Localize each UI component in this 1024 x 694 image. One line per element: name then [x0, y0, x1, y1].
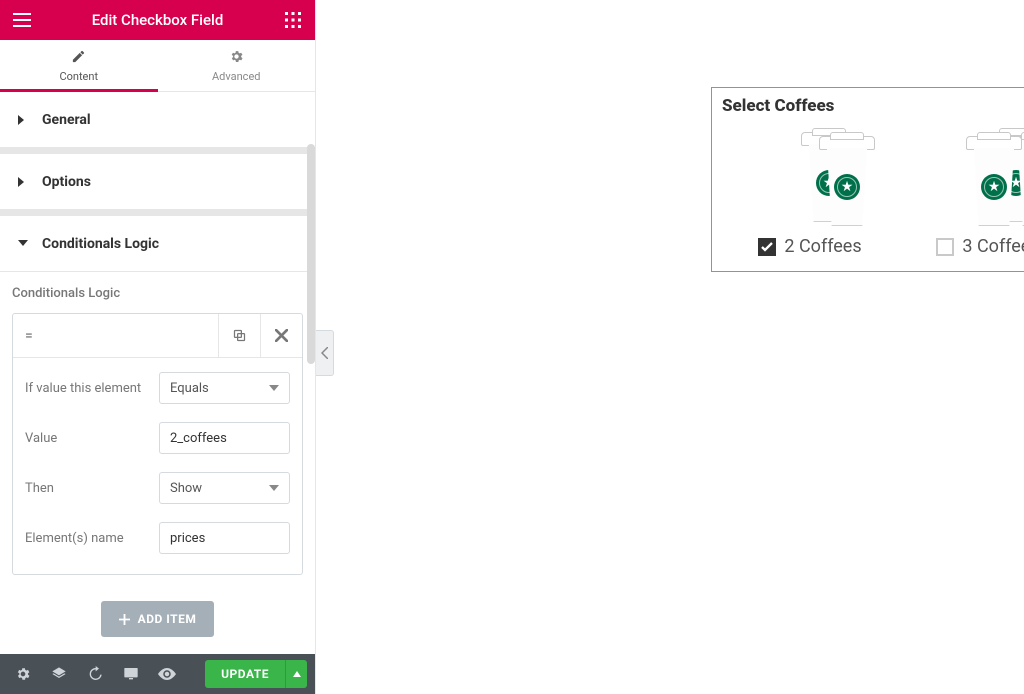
- history-icon: [87, 666, 103, 682]
- chevron-left-icon: [321, 347, 328, 359]
- conditionals-body: Conditionals Logic = If value this: [0, 272, 315, 654]
- caret-up-icon: [293, 671, 301, 677]
- editor-title: Edit Checkbox Field: [92, 11, 224, 29]
- checkbox-icon[interactable]: [758, 238, 776, 256]
- plus-icon: [119, 614, 130, 625]
- section-options-label: Options: [42, 174, 91, 190]
- if-operator-select[interactable]: Equals: [159, 372, 290, 404]
- copy-icon: [232, 328, 247, 343]
- value-label: Value: [25, 431, 151, 446]
- responsive-button[interactable]: [114, 654, 148, 694]
- scrollbar-thumb[interactable]: [307, 144, 315, 364]
- option-label: 2 Coffees: [784, 236, 861, 257]
- navigator-button[interactable]: [42, 654, 76, 694]
- editor-bottombar: UPDATE: [0, 654, 315, 694]
- update-button[interactable]: UPDATE: [205, 660, 285, 688]
- preview-button[interactable]: [150, 654, 184, 694]
- settings-button[interactable]: [6, 654, 40, 694]
- section-general[interactable]: General: [0, 92, 315, 148]
- preview-area: Select Coffees ★★ 2 Coffees ★★★ 3 Coffee…: [316, 0, 1024, 694]
- close-icon: [275, 329, 288, 342]
- then-label: Then: [25, 481, 151, 496]
- editor-topbar: Edit Checkbox Field: [0, 0, 315, 40]
- add-item-label: ADD ITEM: [138, 612, 197, 626]
- layers-icon: [51, 666, 67, 682]
- conditional-item: = If value this element: [12, 313, 303, 575]
- gear-icon: [15, 666, 31, 682]
- remove-button[interactable]: [260, 314, 302, 358]
- then-action-value: Show: [170, 481, 202, 496]
- caret-down-icon: [18, 240, 28, 248]
- if-label: If value this element: [25, 381, 151, 396]
- editor-tabs: Content Advanced: [0, 40, 315, 92]
- pencil-icon: [71, 49, 86, 68]
- section-general-label: General: [42, 112, 91, 128]
- conditionals-subtitle: Conditionals Logic: [12, 286, 303, 301]
- editor-sidebar: Edit Checkbox Field Content Advanced: [0, 0, 316, 694]
- tab-content-label: Content: [59, 70, 98, 83]
- menu-button[interactable]: [8, 6, 36, 34]
- value-input[interactable]: [159, 422, 290, 454]
- monitor-icon: [123, 666, 139, 682]
- checkbox-icon[interactable]: [936, 238, 954, 256]
- apps-grid-icon: [285, 12, 301, 28]
- panel-scroll: General Options Conditionals Logic Condi…: [0, 92, 315, 654]
- section-conditionals[interactable]: Conditionals Logic: [0, 216, 315, 272]
- tab-content[interactable]: Content: [0, 40, 158, 91]
- then-action-select[interactable]: Show: [159, 472, 290, 504]
- apps-button[interactable]: [279, 6, 307, 34]
- if-operator-value: Equals: [170, 381, 209, 396]
- chevron-down-icon: [269, 385, 279, 391]
- duplicate-button[interactable]: [218, 314, 260, 358]
- caret-right-icon: [18, 115, 28, 125]
- section-conditionals-label: Conditionals Logic: [42, 236, 159, 252]
- caret-right-icon: [18, 177, 28, 187]
- checkbox-option[interactable]: ★★ 2 Coffees: [726, 128, 894, 257]
- hamburger-icon: [13, 13, 31, 27]
- update-label: UPDATE: [221, 667, 269, 681]
- elements-label: Element(s) name: [25, 531, 151, 546]
- section-options[interactable]: Options: [0, 154, 315, 210]
- collapse-sidebar-button[interactable]: [316, 330, 334, 376]
- add-item-button[interactable]: ADD ITEM: [101, 601, 215, 637]
- update-options-button[interactable]: [285, 660, 307, 688]
- option-label: 3 Coffees: [962, 236, 1024, 257]
- widget-title: Select Coffees: [722, 96, 1024, 116]
- gear-icon: [229, 49, 244, 68]
- history-button[interactable]: [78, 654, 112, 694]
- eye-icon: [158, 668, 176, 680]
- elements-input[interactable]: [159, 522, 290, 554]
- tab-advanced-label: Advanced: [212, 70, 260, 83]
- scrollbar[interactable]: [307, 132, 315, 614]
- conditional-item-name: =: [13, 328, 218, 344]
- checkbox-field-widget[interactable]: Select Coffees ★★ 2 Coffees ★★★ 3 Coffee…: [711, 87, 1024, 272]
- chevron-down-icon: [269, 485, 279, 491]
- checkbox-option[interactable]: ★★★ 3 Coffees: [904, 128, 1024, 257]
- conditional-item-header[interactable]: =: [13, 314, 302, 358]
- tab-advanced[interactable]: Advanced: [158, 40, 316, 91]
